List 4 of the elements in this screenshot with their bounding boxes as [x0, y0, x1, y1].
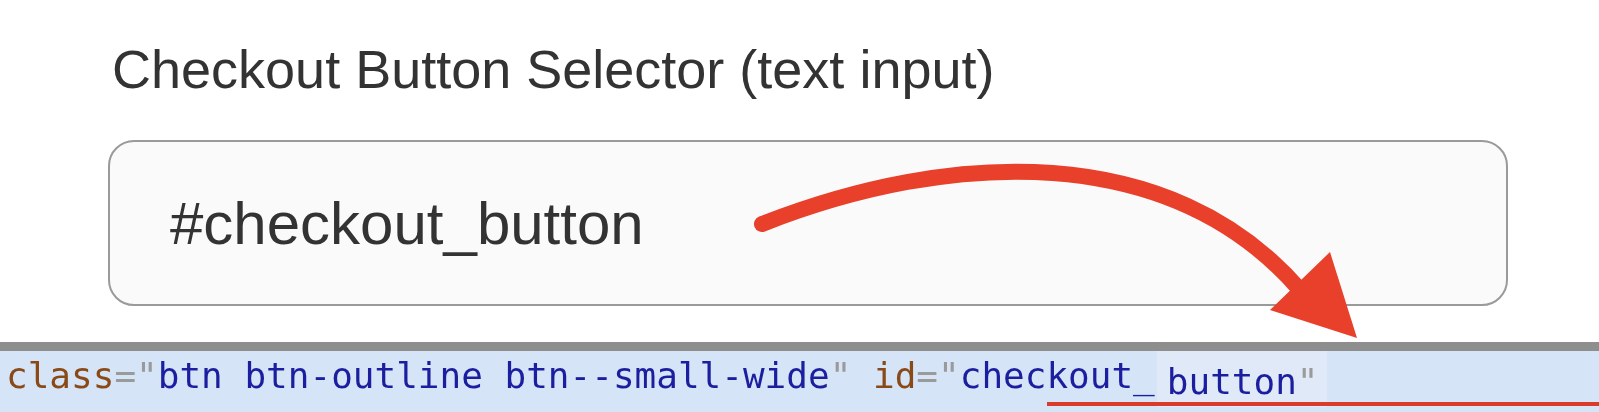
- code-line: class="btn btn-outline btn--small-wide" id="checkout_: [5, 354, 1155, 399]
- pasted-code-fragment: button": [1156, 351, 1327, 407]
- field-label: Checkout Button Selector (text input): [112, 38, 996, 100]
- text-input-field[interactable]: #checkout_button: [108, 140, 1508, 306]
